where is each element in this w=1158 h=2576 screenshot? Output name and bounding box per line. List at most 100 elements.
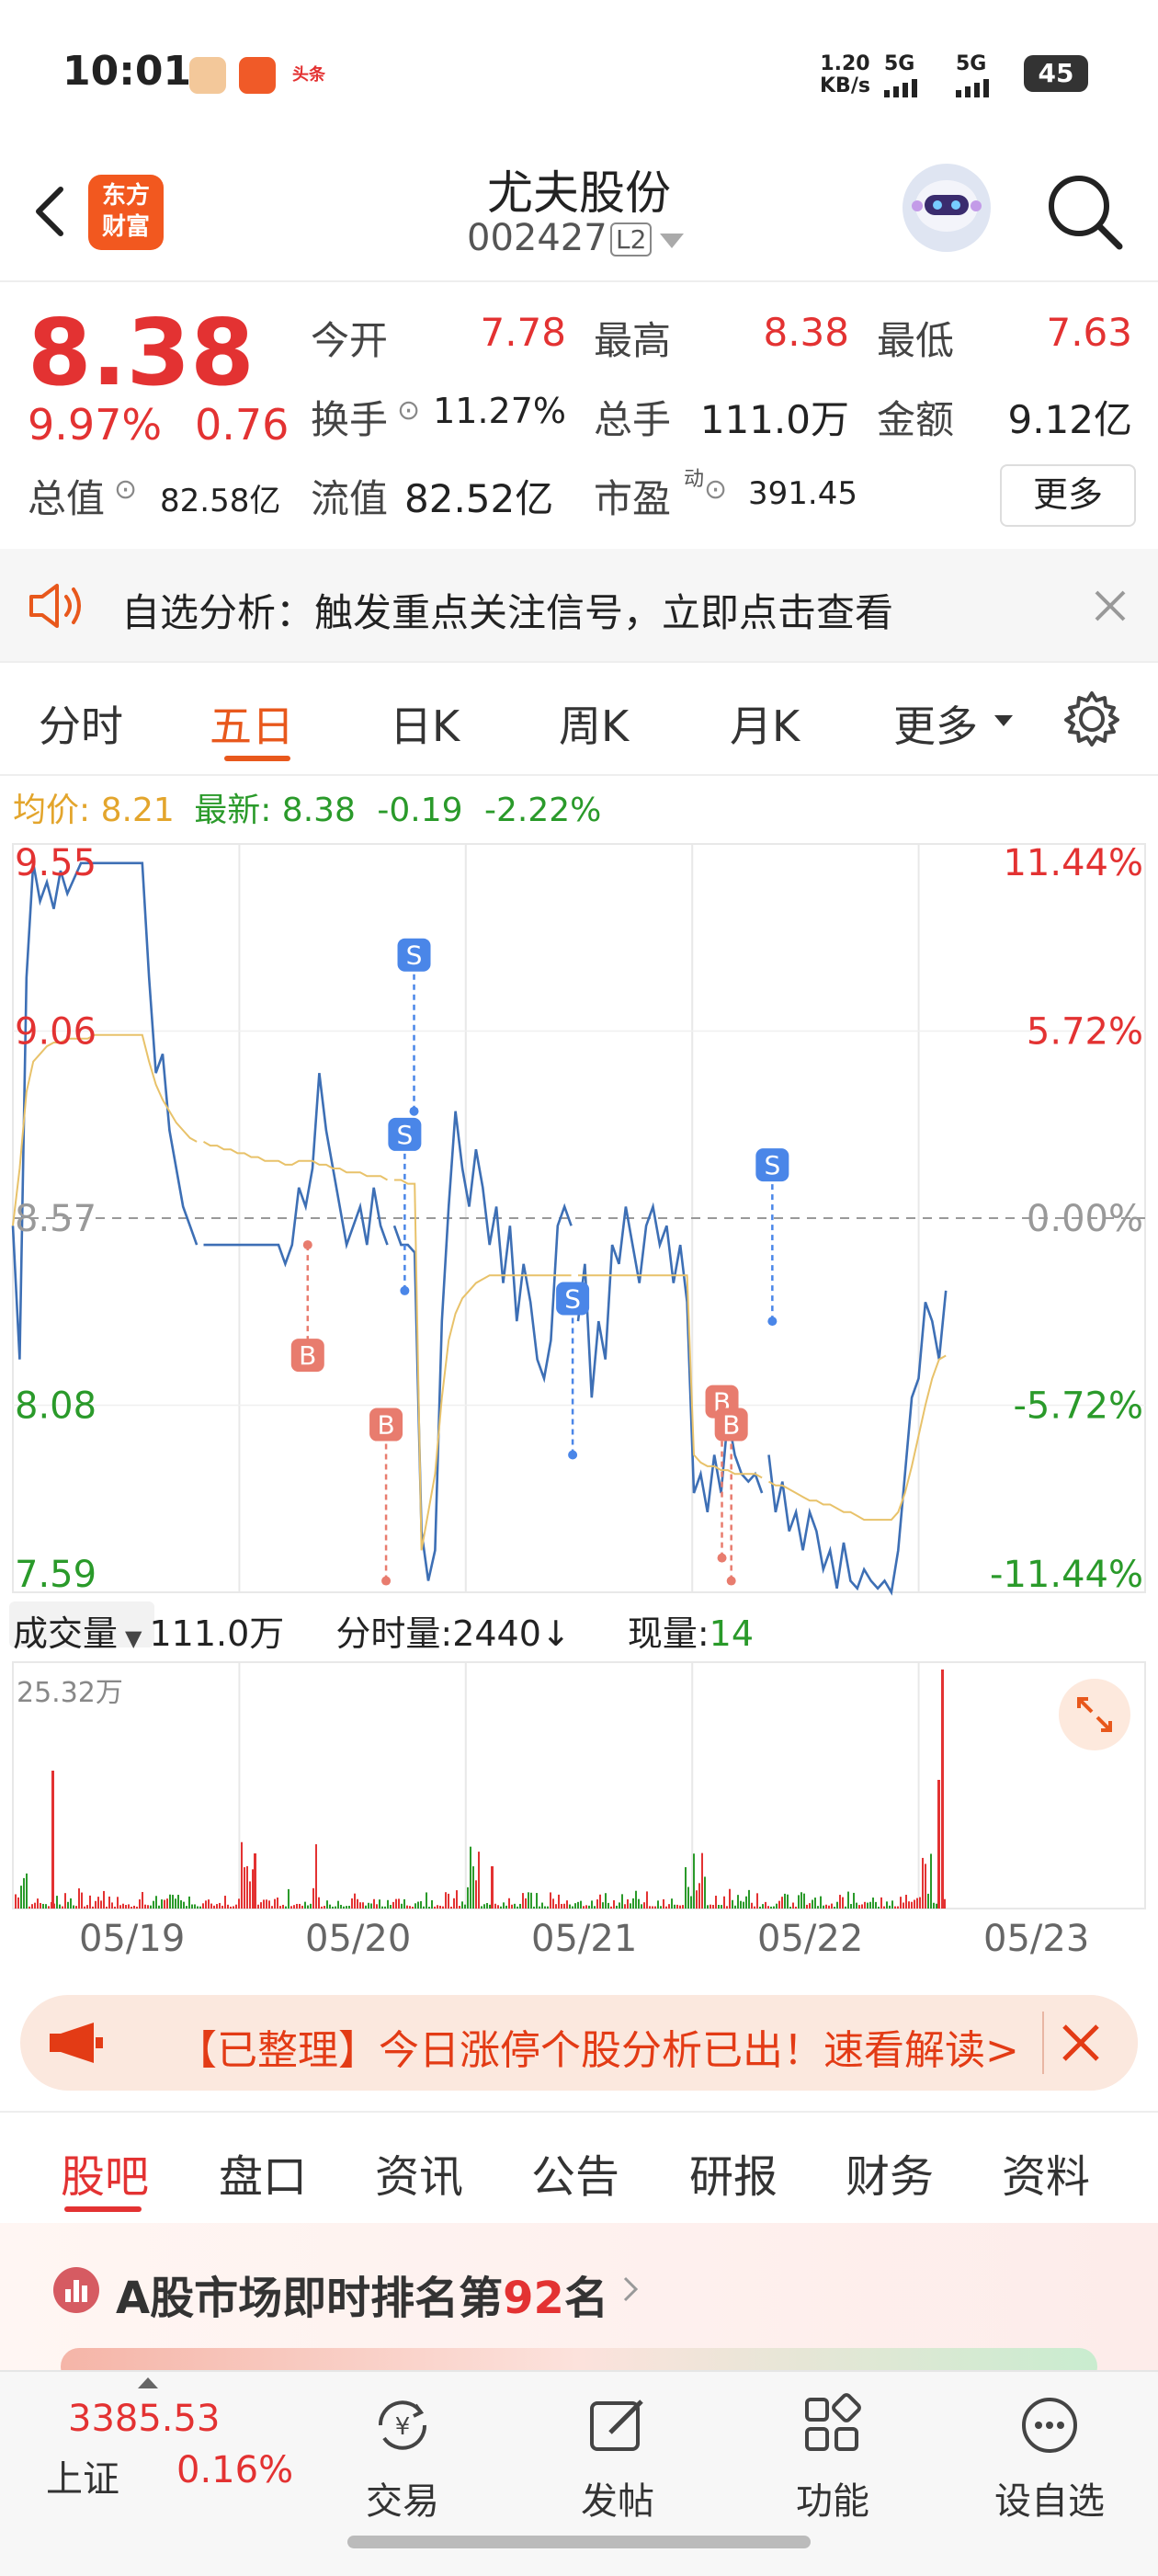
volume-bar [886,1901,888,1909]
volume-label[interactable]: 成交量 [13,1613,118,1654]
volume-bar [290,1906,292,1909]
volume-bar [539,1906,540,1909]
volume-bar [806,1904,808,1909]
tab-order-book[interactable]: 盘口 [219,2140,307,2205]
volume-bar [845,1906,846,1909]
volume-bar [461,1901,463,1909]
promo-banner[interactable]: 【已整理】今日涨停个股分析已出！速看解读> [20,1995,1138,2091]
nav-add-watchlist[interactable]: 设自选 [967,2392,1132,2525]
volume-bar [621,1894,623,1909]
volume-bar [437,1905,438,1909]
expand-chart-button[interactable] [1059,1679,1130,1750]
more-dots-icon [1022,2398,1077,2453]
volume-bar [856,1902,857,1909]
volume-bar [773,1906,775,1909]
tab-finance[interactable]: 财务 [846,2140,934,2205]
volume-bar [340,1904,342,1909]
volume-bar [654,1906,656,1909]
nav-trade[interactable]: ¥ 交易 [320,2392,485,2525]
volume-bar [594,1906,596,1909]
volume-bar [511,1904,513,1909]
volume-bar [335,1906,336,1909]
index-name[interactable]: 上证 [46,2449,119,2502]
volume-bar [392,1901,394,1909]
index-value[interactable]: 3385.53 [68,2398,220,2440]
volume-bar [417,1901,419,1909]
x-axis-date: 05/20 [305,1918,412,1960]
volume-bar [765,1901,766,1909]
volume-bar [472,1866,474,1909]
volume-bar [812,1899,813,1909]
volume-bar [803,1893,805,1909]
nav-functions[interactable]: 功能 [750,2392,915,2525]
volume-bar [834,1906,835,1909]
volume-bar [911,1901,913,1909]
tab-research[interactable]: 研报 [689,2140,778,2205]
volume-bar [197,1906,199,1909]
volume-bar [583,1906,585,1909]
volume-bar [78,1888,80,1909]
volume-bar [285,1906,287,1909]
volume-bar [414,1903,416,1909]
volume-bar [103,1890,105,1909]
volume-bar [478,1852,480,1909]
volume-bar [153,1900,154,1909]
y-left-tick: 7.59 [15,1554,96,1596]
svg-text:¥: ¥ [395,2413,411,2441]
chevron-up-icon[interactable] [138,2377,158,2388]
volume-bar [351,1898,353,1909]
volume-bar [505,1905,507,1909]
bar-volume-label: 分时量: [335,1613,453,1654]
volume-bar [679,1905,681,1909]
tab-announcements[interactable]: 公告 [531,2140,619,2205]
volume-bar [125,1905,127,1909]
volume-bar [776,1903,778,1909]
volume-bar [398,1898,400,1909]
volume-bar [246,1865,248,1909]
tab-news[interactable]: 资讯 [375,2140,463,2205]
volume-bar [602,1902,604,1909]
volume-bar [324,1906,325,1909]
x-axis-date: 05/23 [983,1918,1090,1960]
home-indicator [347,2536,811,2548]
volume-bar [712,1904,714,1909]
volume-bar [737,1895,739,1909]
marker-dot [381,1576,392,1586]
volume-bar [820,1896,822,1909]
y-right-tick: -11.44% [990,1554,1143,1596]
volume-bar [696,1890,698,1909]
volume-bar [566,1900,568,1909]
volume-bar [227,1904,229,1909]
volume-bar [635,1890,637,1909]
volume-bar [685,1867,687,1909]
volume-bar [748,1889,750,1909]
volume-bar [439,1905,441,1909]
volume-bar [293,1905,295,1909]
volume-bar [599,1894,601,1909]
volume-bar [809,1903,811,1909]
tab-guba[interactable]: 股吧 [61,2140,149,2205]
volume-bar [596,1899,598,1909]
y-right-tick: -5.72% [1013,1385,1143,1428]
volume-bar [348,1905,350,1909]
y-left-tick: 8.57 [15,1198,96,1240]
volume-bar [927,1893,929,1909]
volume-bar [869,1901,871,1909]
volume-bar [373,1898,375,1909]
volume-bar [15,1894,17,1909]
volume-bar [754,1906,755,1909]
volume-bar [177,1895,179,1909]
volume-bar [274,1898,276,1909]
down-arrow-icon: ↓ [540,1613,571,1654]
volume-bar [254,1853,256,1909]
index-change[interactable]: 0.16% [176,2449,293,2491]
nav-post[interactable]: 发帖 [535,2392,700,2525]
volume-bar [23,1877,25,1909]
volume-bar [922,1857,924,1909]
close-icon[interactable] [1061,2023,1101,2063]
volume-bar [238,1898,240,1909]
volume-bar [544,1906,546,1909]
volume-bar [494,1903,496,1909]
market-rank-card[interactable]: A股市场即时排名第92名 [0,2223,1158,2370]
tab-profile[interactable]: 资料 [1002,2140,1090,2205]
